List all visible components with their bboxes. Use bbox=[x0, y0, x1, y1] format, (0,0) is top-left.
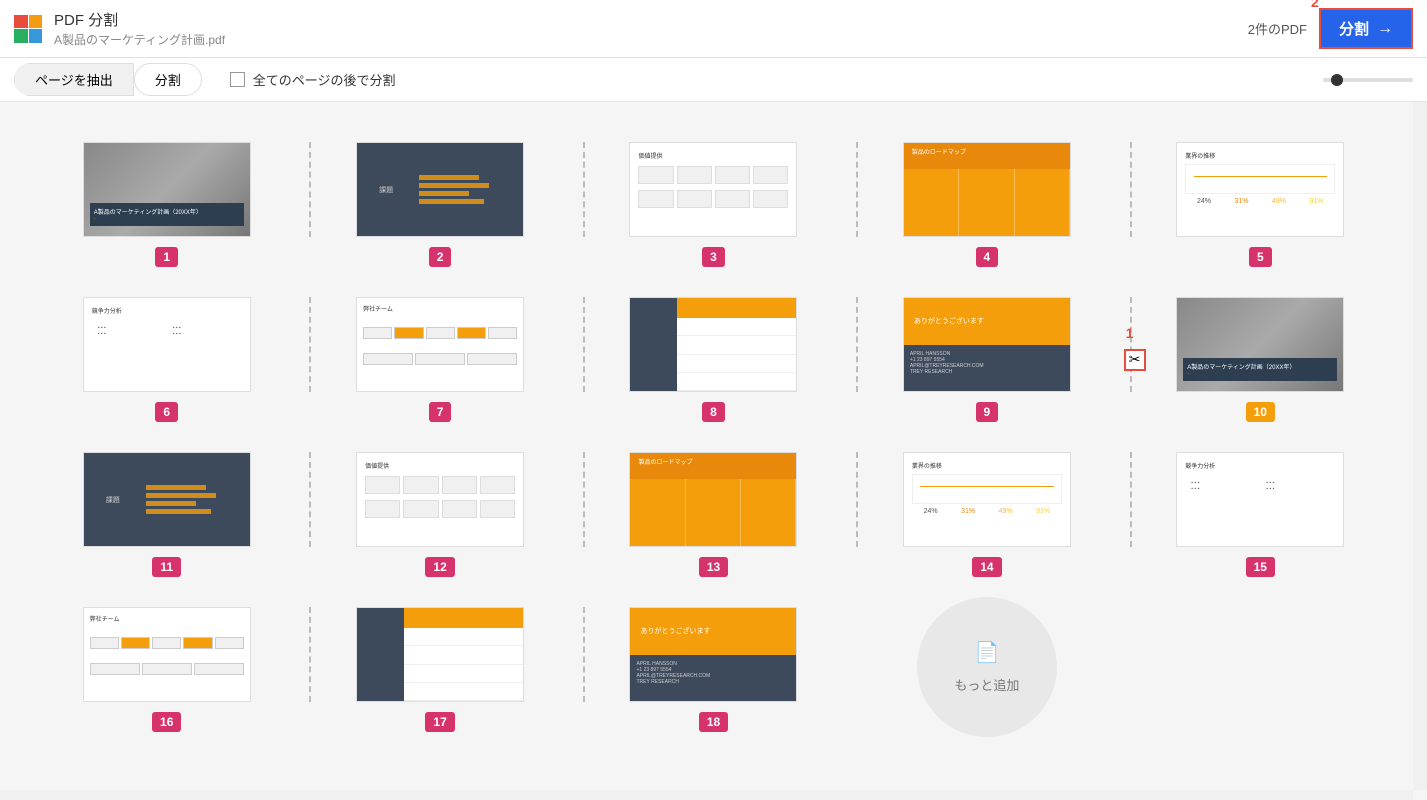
page-item[interactable]: 製品のロードマップ 13 bbox=[597, 452, 830, 577]
page-divider[interactable] bbox=[856, 452, 858, 547]
extract-pages-button[interactable]: ページを抽出 bbox=[14, 63, 134, 96]
page-thumbnail[interactable]: 課題 bbox=[356, 142, 524, 237]
horizontal-scrollbar[interactable] bbox=[0, 790, 1413, 800]
page-number-badge: 1 bbox=[155, 247, 178, 267]
filename-label: A製品のマーケティング計画.pdf bbox=[54, 31, 1248, 48]
page-thumbnail[interactable]: 製品のロードマップ bbox=[903, 142, 1071, 237]
page-thumbnail[interactable]: A製品のマーケティング計画（20XX年）- bbox=[1176, 297, 1344, 392]
add-file-icon: 📄 bbox=[974, 640, 999, 665]
page-thumbnail[interactable]: A製品のマーケティング計画（20XX年）- bbox=[83, 142, 251, 237]
page-number-badge: 12 bbox=[425, 557, 454, 577]
page-number-badge: 7 bbox=[429, 402, 452, 422]
page-number-badge: 5 bbox=[1249, 247, 1272, 267]
page-number-badge: 3 bbox=[702, 247, 725, 267]
scissors-icon[interactable]: ✂ bbox=[1124, 349, 1146, 371]
page-number-badge: 15 bbox=[1246, 557, 1275, 577]
page-item[interactable]: 業界の推移24%31%49%91% 14 bbox=[870, 452, 1103, 577]
header-right: 2件のPDF 2 分割 → bbox=[1248, 8, 1413, 49]
pdf-count-label: 2件のPDF bbox=[1248, 19, 1307, 38]
page-divider[interactable] bbox=[309, 452, 311, 547]
page-number-badge: 11 bbox=[152, 557, 181, 577]
content-area: A製品のマーケティング計画（20XX年）- 1 課題 2 価値提供 3 製品のロ… bbox=[0, 102, 1427, 790]
split-mode-button[interactable]: 分割 bbox=[134, 63, 202, 96]
page-number-badge: 13 bbox=[699, 557, 728, 577]
zoom-handle[interactable] bbox=[1331, 74, 1343, 86]
add-more-button[interactable]: 📄 もっと追加 bbox=[917, 597, 1057, 737]
page-thumbnail[interactable] bbox=[356, 607, 524, 702]
page-item[interactable]: ありがとうございますAPRIL HANSSON+1 23 897 5554APR… bbox=[597, 607, 830, 737]
page-thumbnail[interactable]: 製品のロードマップ bbox=[629, 452, 797, 547]
page-divider[interactable] bbox=[583, 607, 585, 702]
page-thumbnail[interactable]: ありがとうございますAPRIL HANSSON+1 23 897 5554APR… bbox=[903, 297, 1071, 392]
page-thumbnail[interactable]: 競争力分析▪ ▪ ▪▪ ▪ ▪▪ ▪ ▪▪ ▪ ▪ bbox=[83, 297, 251, 392]
page-divider[interactable] bbox=[1130, 142, 1132, 237]
page-number-badge: 18 bbox=[699, 712, 728, 732]
page-title: PDF 分割 bbox=[54, 9, 1248, 30]
page-number-badge: 2 bbox=[429, 247, 452, 267]
page-divider[interactable] bbox=[856, 142, 858, 237]
page-divider[interactable] bbox=[583, 297, 585, 392]
page-item[interactable]: 課題 2 bbox=[323, 142, 556, 267]
split-button-label: 分割 bbox=[1339, 18, 1369, 39]
page-item[interactable]: 課題 11 bbox=[50, 452, 283, 577]
add-more-label: もっと追加 bbox=[954, 675, 1019, 694]
page-number-badge: 8 bbox=[702, 402, 725, 422]
arrow-right-icon: → bbox=[1377, 20, 1393, 38]
page-thumbnail[interactable]: 弊社チーム bbox=[356, 297, 524, 392]
page-item[interactable]: 弊社チーム 16 bbox=[50, 607, 283, 737]
page-item[interactable]: 製品のロードマップ 4 bbox=[870, 142, 1103, 267]
checkbox-icon bbox=[230, 72, 245, 87]
page-divider[interactable] bbox=[309, 297, 311, 392]
page-thumbnail[interactable]: ありがとうございますAPRIL HANSSON+1 23 897 5554APR… bbox=[629, 607, 797, 702]
page-divider[interactable] bbox=[1130, 297, 1132, 392]
page-item[interactable]: 弊社チーム 7 bbox=[323, 297, 556, 422]
header-text: PDF 分割 A製品のマーケティング計画.pdf bbox=[54, 9, 1248, 48]
page-number-badge: 17 bbox=[425, 712, 454, 732]
page-item[interactable]: A製品のマーケティング計画（20XX年）- 10 bbox=[1144, 297, 1377, 422]
page-item[interactable]: A製品のマーケティング計画（20XX年）- 1 bbox=[50, 142, 283, 267]
page-number-badge: 4 bbox=[976, 247, 999, 267]
page-divider[interactable] bbox=[309, 607, 311, 702]
page-thumbnail[interactable]: 価値提供 bbox=[629, 142, 797, 237]
page-divider[interactable] bbox=[583, 142, 585, 237]
page-item[interactable]: 競争力分析▪ ▪ ▪▪ ▪ ▪▪ ▪ ▪▪ ▪ ▪ 15 bbox=[1144, 452, 1377, 577]
annotation-1: 1 bbox=[1126, 325, 1134, 341]
page-divider[interactable] bbox=[583, 452, 585, 547]
page-thumbnail[interactable]: 競争力分析▪ ▪ ▪▪ ▪ ▪▪ ▪ ▪▪ ▪ ▪ bbox=[1176, 452, 1344, 547]
page-number-badge: 10 bbox=[1246, 402, 1275, 422]
split-button[interactable]: 2 分割 → bbox=[1319, 8, 1413, 49]
vertical-scrollbar[interactable] bbox=[1413, 102, 1427, 790]
page-thumbnail[interactable]: 業界の推移24%31%49%91% bbox=[903, 452, 1071, 547]
app-header: PDF 分割 A製品のマーケティング計画.pdf 2件のPDF 2 分割 → bbox=[0, 0, 1427, 58]
page-number-badge: 16 bbox=[152, 712, 181, 732]
page-item[interactable]: 競争力分析▪ ▪ ▪▪ ▪ ▪▪ ▪ ▪▪ ▪ ▪ 6 bbox=[50, 297, 283, 422]
mode-segmented: ページを抽出 分割 bbox=[14, 63, 202, 96]
page-item[interactable]: 業界の推移24%31%49%91% 5 bbox=[1144, 142, 1377, 267]
page-grid: A製品のマーケティング計画（20XX年）- 1 課題 2 価値提供 3 製品のロ… bbox=[50, 142, 1377, 737]
page-item[interactable]: 価値提供 12 bbox=[323, 452, 556, 577]
page-thumbnail[interactable]: 弊社チーム bbox=[83, 607, 251, 702]
annotation-2: 2 bbox=[1311, 0, 1319, 10]
split-all-label: 全てのページの後で分割 bbox=[253, 70, 396, 89]
page-divider[interactable] bbox=[856, 297, 858, 392]
add-more-item: 📄 もっと追加 bbox=[870, 607, 1103, 737]
zoom-slider[interactable] bbox=[1323, 78, 1413, 82]
app-logo bbox=[14, 15, 42, 43]
page-item[interactable]: ありがとうございますAPRIL HANSSON+1 23 897 5554APR… bbox=[870, 297, 1103, 422]
page-thumbnail[interactable]: 価値提供 bbox=[356, 452, 524, 547]
page-item[interactable]: 価値提供 3 bbox=[597, 142, 830, 267]
page-thumbnail[interactable] bbox=[629, 297, 797, 392]
page-divider[interactable] bbox=[1130, 452, 1132, 547]
page-number-badge: 9 bbox=[976, 402, 999, 422]
page-item[interactable]: 8 bbox=[597, 297, 830, 422]
page-number-badge: 14 bbox=[972, 557, 1001, 577]
page-item[interactable]: 17 bbox=[323, 607, 556, 737]
toolbar: ページを抽出 分割 全てのページの後で分割 bbox=[0, 58, 1427, 102]
page-thumbnail[interactable]: 業界の推移24%31%49%91% bbox=[1176, 142, 1344, 237]
page-thumbnail[interactable]: 課題 bbox=[83, 452, 251, 547]
split-all-checkbox-wrap[interactable]: 全てのページの後で分割 bbox=[230, 70, 396, 89]
page-number-badge: 6 bbox=[155, 402, 178, 422]
page-divider[interactable] bbox=[309, 142, 311, 237]
